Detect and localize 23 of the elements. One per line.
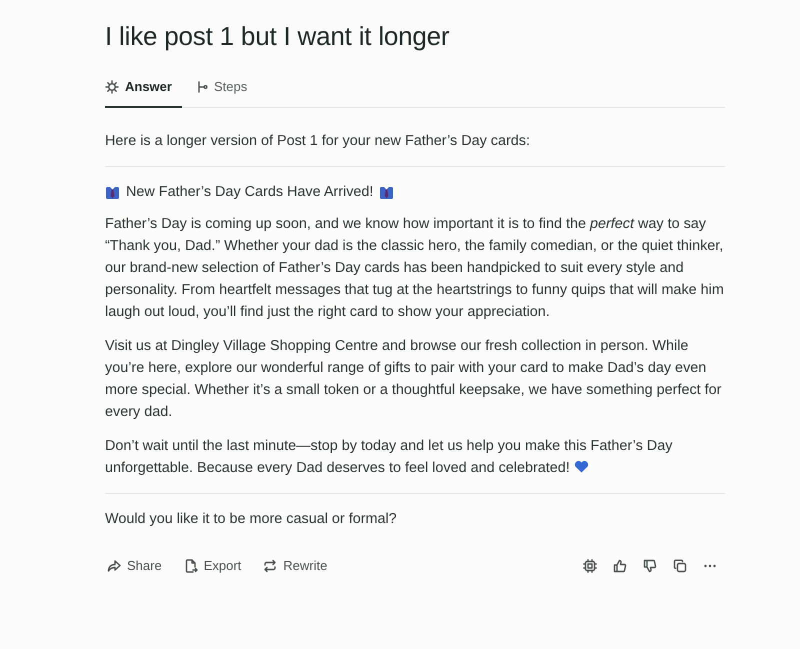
repeat-icon — [263, 558, 278, 572]
tab[interactable]: Answer — [105, 72, 182, 108]
paragraph: Father’s Day is coming up soon, and we know how important it is to find the perfect way to say “Thank you, Dad.” Whether your dad is the classic hero, the family comedian, or the quiet thinker, our brand-new selection of Father’s Day cards has been handpicked to suit every style and personality. From heartfelt messages that tug at the heartstrings to funny quips that will make him laugh out loud, you’ll find just the right card to show your appreciation. — [105, 215, 725, 322]
heart-icon — [574, 460, 589, 473]
thumbs-up-icon[interactable] — [613, 558, 627, 572]
copy-icon[interactable] — [673, 558, 687, 572]
tab[interactable]: Steps — [186, 72, 258, 108]
page-title: I like post 1 but I want it longer — [105, 20, 450, 53]
export-button[interactable]: Export — [184, 554, 242, 577]
necktie-icon — [105, 184, 120, 200]
share-button[interactable]: Share — [107, 554, 162, 577]
follow-up-question: Would you like it to be more casual or formal? — [105, 510, 398, 529]
paragraph: Visit us at Dingley Village Shopping Centre and browse our fresh collection in person. While you’re here, explore our wonderful range of gifts to pair with your card to make Dad’s day even more special. Whether it’s a small token or a thoughtful keepsake, we have something perfect for every dad. — [105, 337, 722, 422]
export-icon — [184, 558, 198, 572]
chip-icon[interactable] — [583, 558, 597, 572]
rewrite-button[interactable]: Rewrite — [263, 554, 328, 577]
post-heading: New Father’s Day Cards Have Arrived! — [126, 183, 374, 202]
branch-icon — [196, 80, 208, 92]
thumbs-down-icon[interactable] — [643, 558, 657, 572]
intro-text: Here is a longer version of Post 1 for your new Father’s Day cards: — [105, 130, 725, 167]
paragraph: Don’t wait until the last minute—stop by today and let us help you make this Father’s Day unforgettable. Because every Dad deserves to feel loved and celebrated! — [105, 437, 674, 478]
share-icon — [107, 558, 121, 572]
necktie-icon — [379, 184, 394, 200]
